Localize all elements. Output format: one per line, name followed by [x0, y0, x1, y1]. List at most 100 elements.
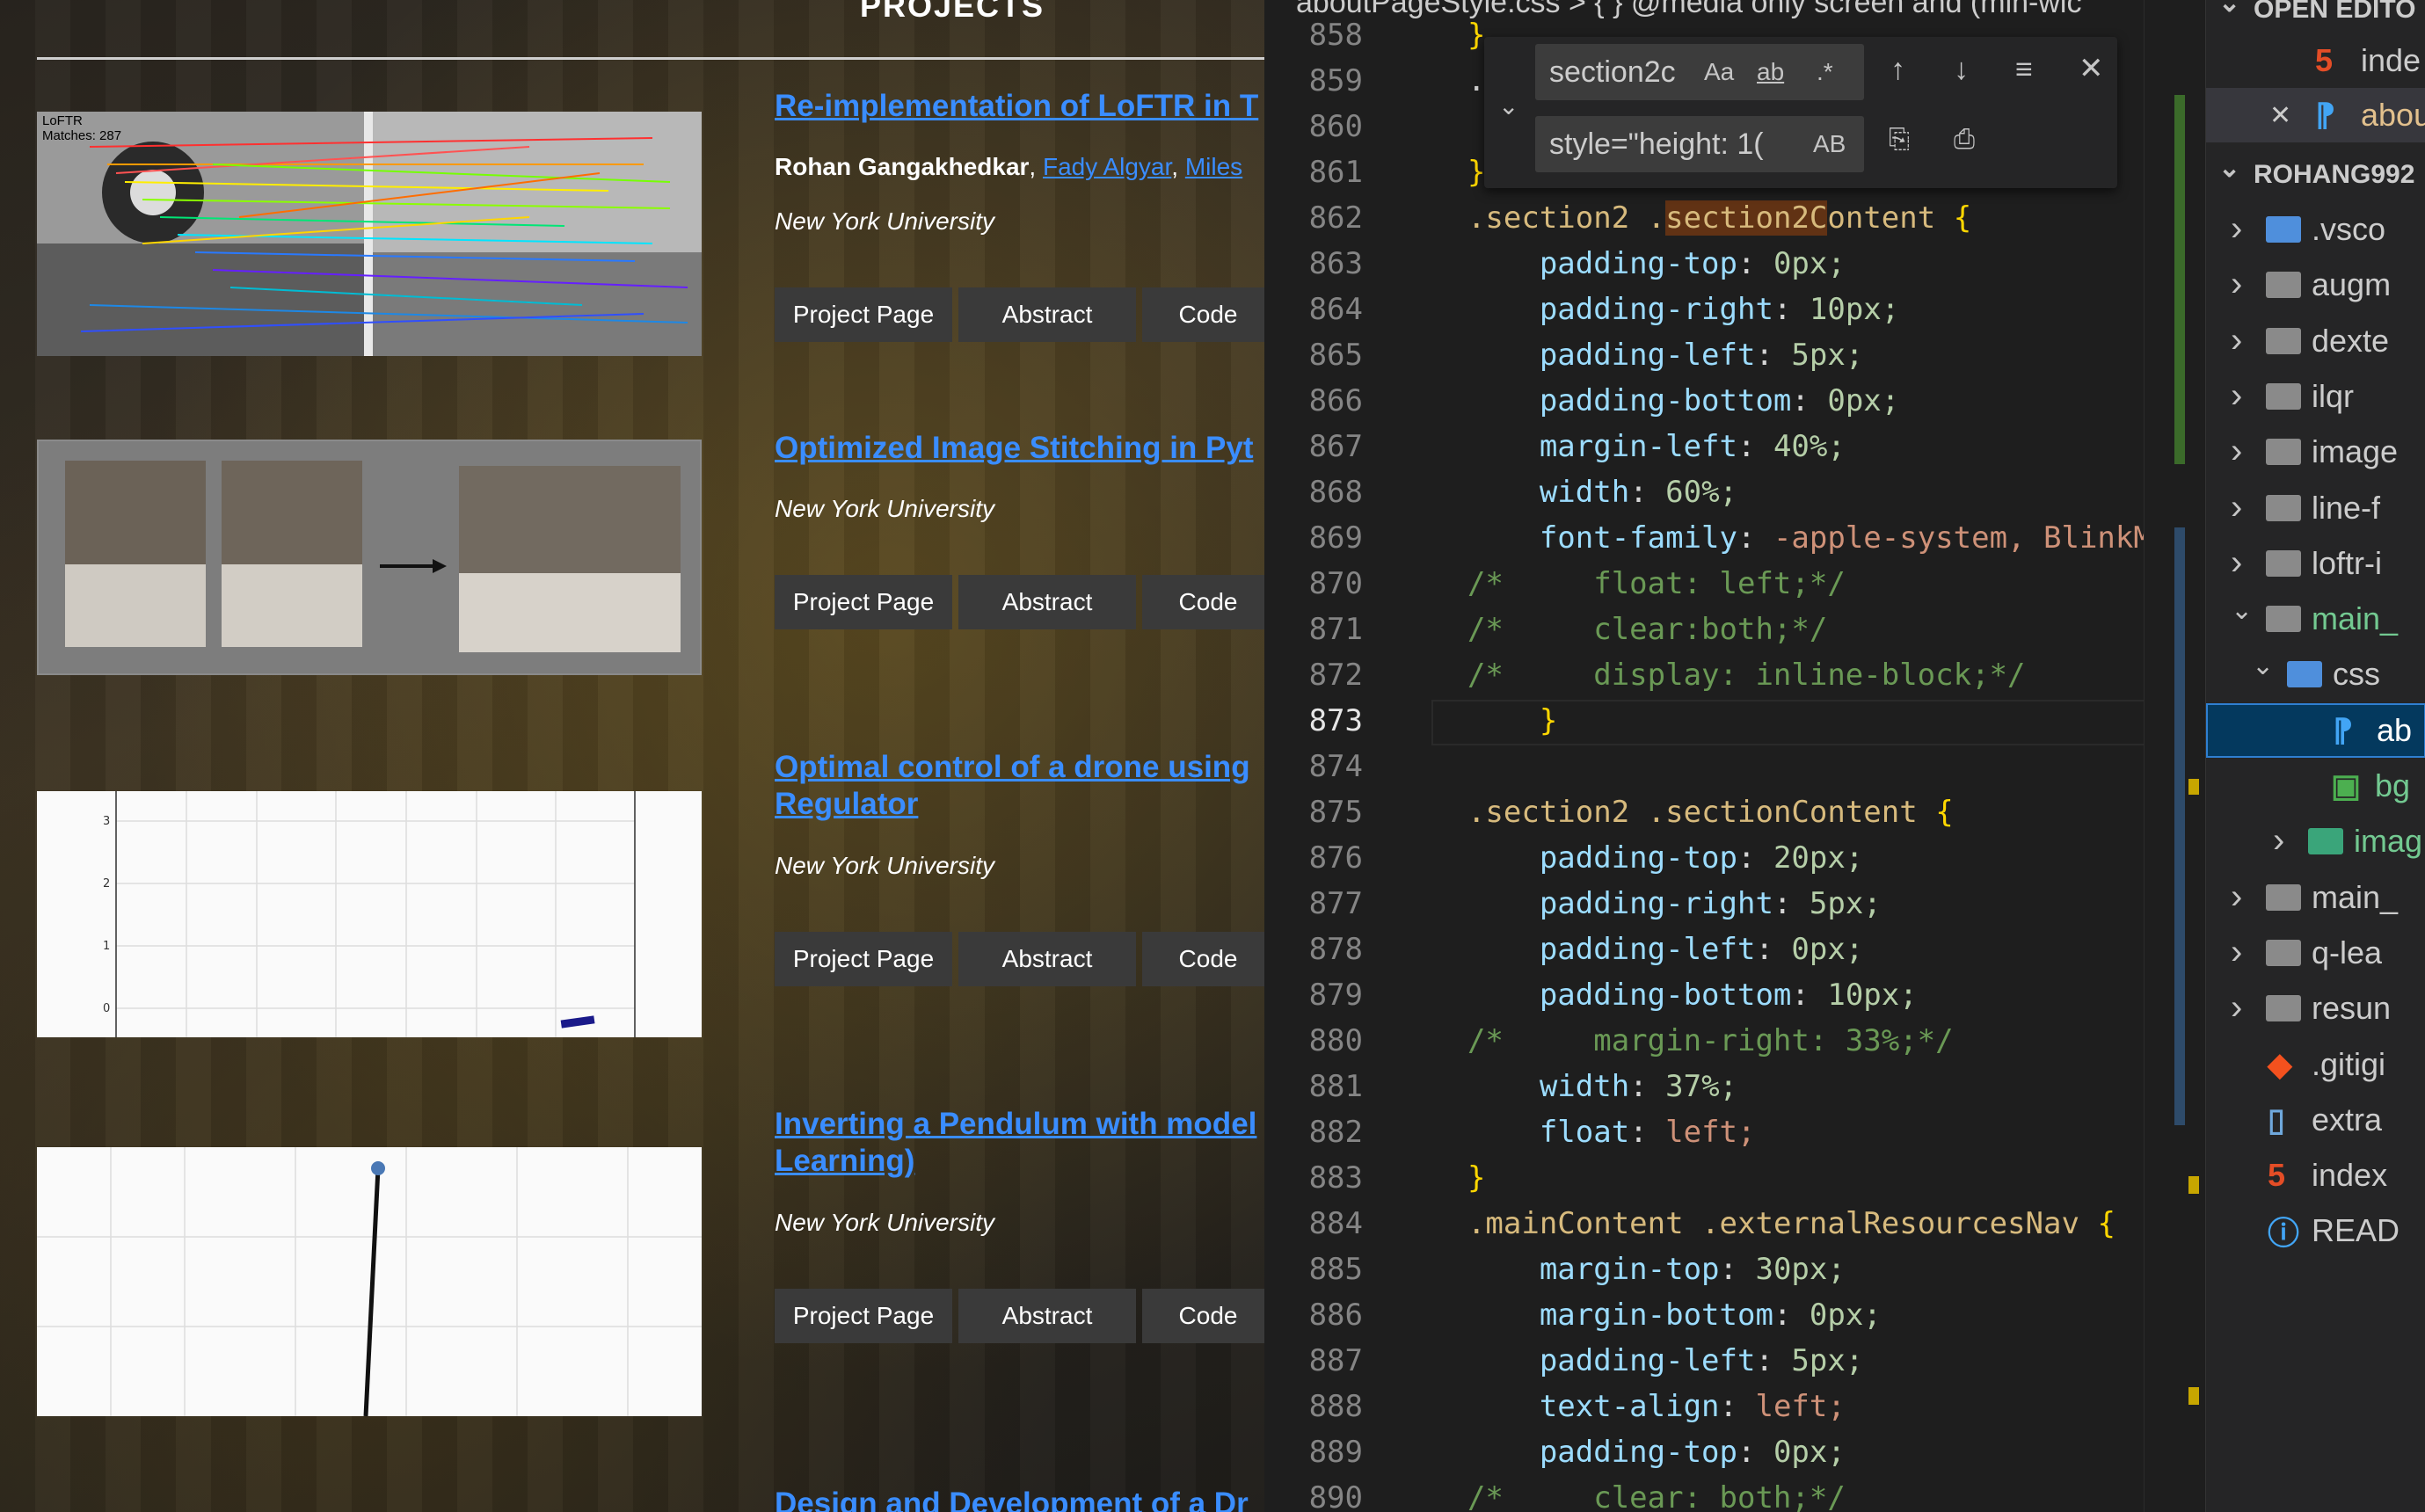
code-button[interactable]: Code [1142, 575, 1264, 629]
folder-icon [2266, 439, 2301, 466]
code-line[interactable]: .mainContent .externalResourcesNav { [1431, 1206, 2116, 1241]
tree-item[interactable]: ◆ .gitigi [2206, 1037, 2425, 1092]
project-page-button[interactable]: Project Page [775, 932, 952, 986]
find-input[interactable]: section2c Aa ab .* [1535, 44, 1864, 100]
code-line[interactable]: padding-right: 5px; [1431, 886, 1882, 921]
tree-item[interactable]: ⌄ main_ [2206, 592, 2425, 646]
tree-item[interactable]: ▯ extra [2206, 1093, 2425, 1147]
tree-item[interactable]: › image [2206, 425, 2425, 479]
tree-item[interactable]: › .vsco [2206, 202, 2425, 257]
tree-item[interactable]: › line-f [2206, 481, 2425, 535]
previous-match-arrow-icon[interactable]: ↑ [1890, 53, 1905, 87]
code-line[interactable]: /* clear:both;*/ [1431, 612, 1827, 647]
abstract-button[interactable]: Abstract [958, 287, 1136, 342]
code-line[interactable]: padding-top: 20px; [1431, 840, 1863, 876]
match-word-icon[interactable]: ab [1757, 44, 1784, 100]
code-line[interactable]: float: left; [1431, 1115, 1756, 1150]
open-editor-item[interactable]: 5 inde [2206, 33, 2425, 88]
replace-all-icon[interactable]: ⎙ [1954, 125, 1975, 155]
code-button[interactable]: Code [1142, 1289, 1264, 1343]
project-title-drone-design[interactable]: Design and Development of a Dr [775, 1486, 1249, 1512]
tree-item[interactable]: ⁋ ab [2206, 702, 2425, 758]
code-line[interactable]: width: 37%; [1431, 1069, 1737, 1104]
code-line[interactable]: } [1431, 18, 1485, 53]
preserve-case-icon[interactable]: AB [1813, 116, 1846, 172]
code-button[interactable]: Code [1142, 287, 1264, 342]
minimap[interactable] [2144, 0, 2205, 1512]
code-line[interactable]: .section2 .section2Content { [1431, 200, 1971, 236]
code-line[interactable]: padding-bottom: 10px; [1431, 978, 1918, 1013]
project-title-loftr[interactable]: Re-implementation of LoFTR in T [775, 88, 1258, 125]
author-link-fady[interactable]: Fady Algyar [1043, 153, 1171, 180]
code-line[interactable]: padding-left: 0px; [1431, 932, 1863, 967]
tree-item[interactable]: › dexte [2206, 314, 2425, 368]
file-explorer[interactable]: ⌄ OPEN EDITO 5 inde ✕ ⁋ abou ⌄ ROHANG992 › .vsco › a… [2205, 0, 2425, 1512]
code-line[interactable]: padding-left: 5px; [1431, 1343, 1863, 1378]
repo-header[interactable]: ⌄ ROHANG992 [2206, 148, 2425, 202]
code-line[interactable]: /* float: left;*/ [1431, 566, 1846, 601]
match-case-icon[interactable]: Aa [1704, 44, 1734, 100]
tree-item[interactable]: › main_ [2206, 870, 2425, 925]
code-line[interactable]: } [1431, 1160, 1485, 1196]
code-line[interactable]: padding-bottom: 0px; [1431, 383, 1899, 418]
code-button[interactable]: Code [1142, 932, 1264, 986]
code-line[interactable]: } [1431, 155, 1485, 190]
code-line[interactable]: text-align: left; [1431, 1389, 1846, 1424]
project-page-button[interactable]: Project Page [775, 287, 952, 342]
line-number: 877 [1308, 886, 1363, 921]
tree-item[interactable]: 5 index [2206, 1148, 2425, 1203]
abstract-button[interactable]: Abstract [958, 575, 1136, 629]
project-institution: New York University [775, 495, 995, 522]
code-line[interactable]: } [1431, 703, 1557, 738]
code-line[interactable]: margin-top: 30px; [1431, 1252, 1846, 1287]
abstract-button[interactable]: Abstract [958, 932, 1136, 986]
project-page-button[interactable]: Project Page [775, 575, 952, 629]
tree-item[interactable]: ▣ bg [2206, 759, 2425, 813]
tree-item[interactable]: ⓘ READ [2206, 1203, 2425, 1258]
open-editors-header[interactable]: ⌄ OPEN EDITO [2206, 0, 2425, 37]
breadcrumb[interactable]: aboutPageStyle.css > { } @media only scr… [1296, 0, 2081, 20]
code-line[interactable]: margin-bottom: 0px; [1431, 1298, 1882, 1333]
find-in-selection-icon[interactable]: ≡ [2015, 53, 2033, 87]
tree-item[interactable]: › ilqr [2206, 369, 2425, 424]
code-line[interactable]: padding-left: 5px; [1431, 338, 1863, 373]
tree-item[interactable]: › augm [2206, 258, 2425, 312]
code-line[interactable]: /* clear: both;*/ [1431, 1480, 1846, 1512]
replace-one-icon[interactable]: ⎘ [1889, 125, 1910, 155]
code-line[interactable]: width: 60%; [1431, 475, 1737, 510]
code-editor[interactable]: aboutPageStyle.css > { } @media only scr… [1264, 0, 2205, 1512]
tree-item[interactable]: › imag [2206, 814, 2425, 869]
code-line[interactable]: padding-right: 10px; [1431, 292, 1899, 327]
abstract-button[interactable]: Abstract [958, 1289, 1136, 1343]
project-thumbnail-drone[interactable]: 3 2 1 0 [37, 791, 702, 1037]
folder-icon [2266, 272, 2301, 299]
open-editor-item[interactable]: ✕ ⁋ abou [2206, 88, 2425, 142]
project-thumbnail-loftr[interactable]: LoFTR Matches: 287 [37, 112, 702, 356]
project-thumbnail-pendulum[interactable] [37, 1147, 702, 1416]
project-title-pendulum[interactable]: Inverting a Pendulum with model Learning… [775, 1106, 1256, 1180]
toggle-replace-chevron-icon[interactable]: ⌄ [1498, 91, 1518, 120]
replace-input[interactable]: style="height: 1( AB [1535, 116, 1864, 172]
project-thumbnail-stitching[interactable] [37, 440, 702, 675]
tree-item[interactable]: › loftr-i [2206, 536, 2425, 591]
project-title-drone[interactable]: Optimal control of a drone using Regulat… [775, 749, 1250, 823]
author-link-miles[interactable]: Miles [1185, 153, 1242, 180]
tree-item[interactable]: ⌄ css [2206, 647, 2425, 701]
code-line[interactable]: padding-top: 0px; [1431, 1435, 1846, 1470]
code-line[interactable]: .section2 .sectionContent { [1431, 795, 1954, 830]
next-match-arrow-icon[interactable]: ↓ [1954, 53, 1969, 87]
tree-item[interactable]: › q-lea [2206, 926, 2425, 980]
loftr-matches-image [37, 112, 702, 356]
project-title-stitching[interactable]: Optimized Image Stitching in Pyt [775, 430, 1254, 467]
regex-icon[interactable]: .* [1817, 44, 1833, 100]
close-icon[interactable]: ✕ [2269, 100, 2291, 131]
code-line[interactable]: /* margin-right: 33%;*/ [1431, 1023, 1954, 1058]
close-icon[interactable]: ✕ [2079, 51, 2104, 86]
code-line[interactable]: padding-top: 0px; [1431, 246, 1846, 281]
code-line[interactable]: margin-left: 40%; [1431, 429, 1846, 464]
code-line[interactable]: /* display: inline-block;*/ [1431, 658, 2026, 693]
tree-item[interactable]: › resun [2206, 981, 2425, 1036]
pendulum-plot [37, 1147, 702, 1416]
code-line[interactable]: font-family: -apple-system, BlinkMacSy [1431, 520, 2205, 556]
project-page-button[interactable]: Project Page [775, 1289, 952, 1343]
